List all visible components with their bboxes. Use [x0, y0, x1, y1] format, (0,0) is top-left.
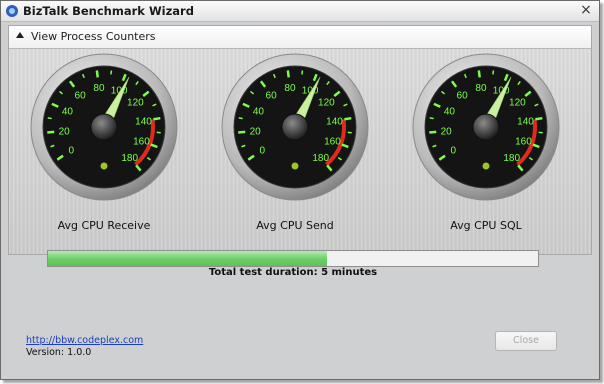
gauge-tick-label: 0 [68, 145, 74, 156]
expander-label: View Process Counters [31, 30, 156, 43]
gauge-tick [344, 116, 352, 121]
gauge-label-avg-cpu-receive: Avg CPU Receive [57, 219, 151, 232]
gauge-tick-label: 180 [121, 153, 138, 164]
gauge-tick-label: 20 [250, 126, 262, 137]
gauge-tick-label: 60 [266, 90, 278, 101]
gauge-tick-label: 180 [503, 153, 520, 164]
gauge-tick-label: 120 [127, 98, 144, 109]
gauge-tick-label: 140 [517, 116, 534, 127]
version-text: Version: 1.0.0 [26, 347, 92, 358]
gauge-tick-label: 0 [450, 145, 456, 156]
gauge-avg-cpu-receive: 020406080 100120140160180 [30, 53, 178, 201]
gauge-tick-label: 60 [457, 90, 469, 101]
gauge-tick-label: 80 [93, 83, 105, 94]
gauge-tick [238, 130, 246, 134]
close-button[interactable]: Close [495, 331, 557, 351]
gauge-tick [301, 70, 304, 75]
gauge-tick-label: 120 [509, 98, 526, 109]
gauge-tick-label: 160 [133, 137, 150, 148]
test-duration-caption: Total test duration: 5 minutes [208, 267, 378, 278]
gauge-tick-label: 0 [259, 145, 265, 156]
process-counters-panel: View Process Counters 0 20 40 60 80 100 120 140… [8, 25, 592, 255]
gauge-tick-label: 160 [324, 137, 341, 148]
gauge-status-dot [291, 162, 299, 170]
gauge-tick-label: 140 [326, 116, 343, 127]
wizard-window: BizTalk Benchmark Wizard × View Process … [0, 0, 600, 380]
gauge-tick [110, 70, 113, 75]
gauge-tick [429, 130, 437, 134]
gauge-tick [47, 117, 52, 120]
gauge-tick-label: 140 [135, 116, 152, 127]
window-close-icon[interactable]: × [579, 3, 593, 17]
window-title: BizTalk Benchmark Wizard [23, 4, 194, 18]
gauge-tick [238, 117, 243, 120]
test-progress-bar [47, 250, 539, 267]
test-progress-fill [48, 251, 328, 266]
gauge-tick-label: 80 [284, 83, 296, 94]
gauge-avg-cpu-sql: 020406080 100120140160180 [412, 53, 560, 201]
gauge-tick-label: 40 [253, 106, 265, 117]
gauge-tick-label: 120 [318, 98, 335, 109]
gauge-tick-label: 20 [441, 126, 453, 137]
gauge-tick [95, 70, 99, 78]
gauge-status-dot [100, 162, 108, 170]
gauge-tick [492, 70, 495, 75]
gauge-tick-label: 60 [75, 90, 87, 101]
codeplex-link[interactable]: http://bbw.codeplex.com [26, 335, 143, 346]
gauge-avg-cpu-send: 020406080 100120140160180 [221, 53, 369, 201]
gauge-hub [281, 113, 309, 141]
collapse-arrow-up-icon[interactable] [16, 32, 24, 38]
biztalk-app-icon [6, 5, 18, 17]
gauge-label-avg-cpu-sql: Avg CPU SQL [450, 219, 522, 232]
gauge-tick-label: 40 [62, 106, 74, 117]
gauge-tick-label: 80 [475, 83, 487, 94]
gauge-tick-label: 160 [515, 137, 532, 148]
gauge-hub [90, 113, 118, 141]
gauge-tick [477, 70, 481, 78]
title-bar: BizTalk Benchmark Wizard × [1, 1, 599, 22]
gauge-tick [47, 130, 55, 134]
view-process-counters-expander[interactable]: View Process Counters [9, 26, 591, 49]
gauge-tick [153, 116, 161, 121]
gauge-status-dot [482, 162, 490, 170]
gauge-tick [286, 70, 290, 78]
gauge-hub [472, 113, 500, 141]
gauge-tick [535, 116, 543, 121]
gauge-tick-label: 20 [59, 126, 71, 137]
gauge-tick-label: 180 [312, 153, 329, 164]
gauge-tick [429, 117, 434, 120]
gauge-tick-label: 40 [444, 106, 456, 117]
gauge-label-avg-cpu-send: Avg CPU Send [256, 219, 334, 232]
